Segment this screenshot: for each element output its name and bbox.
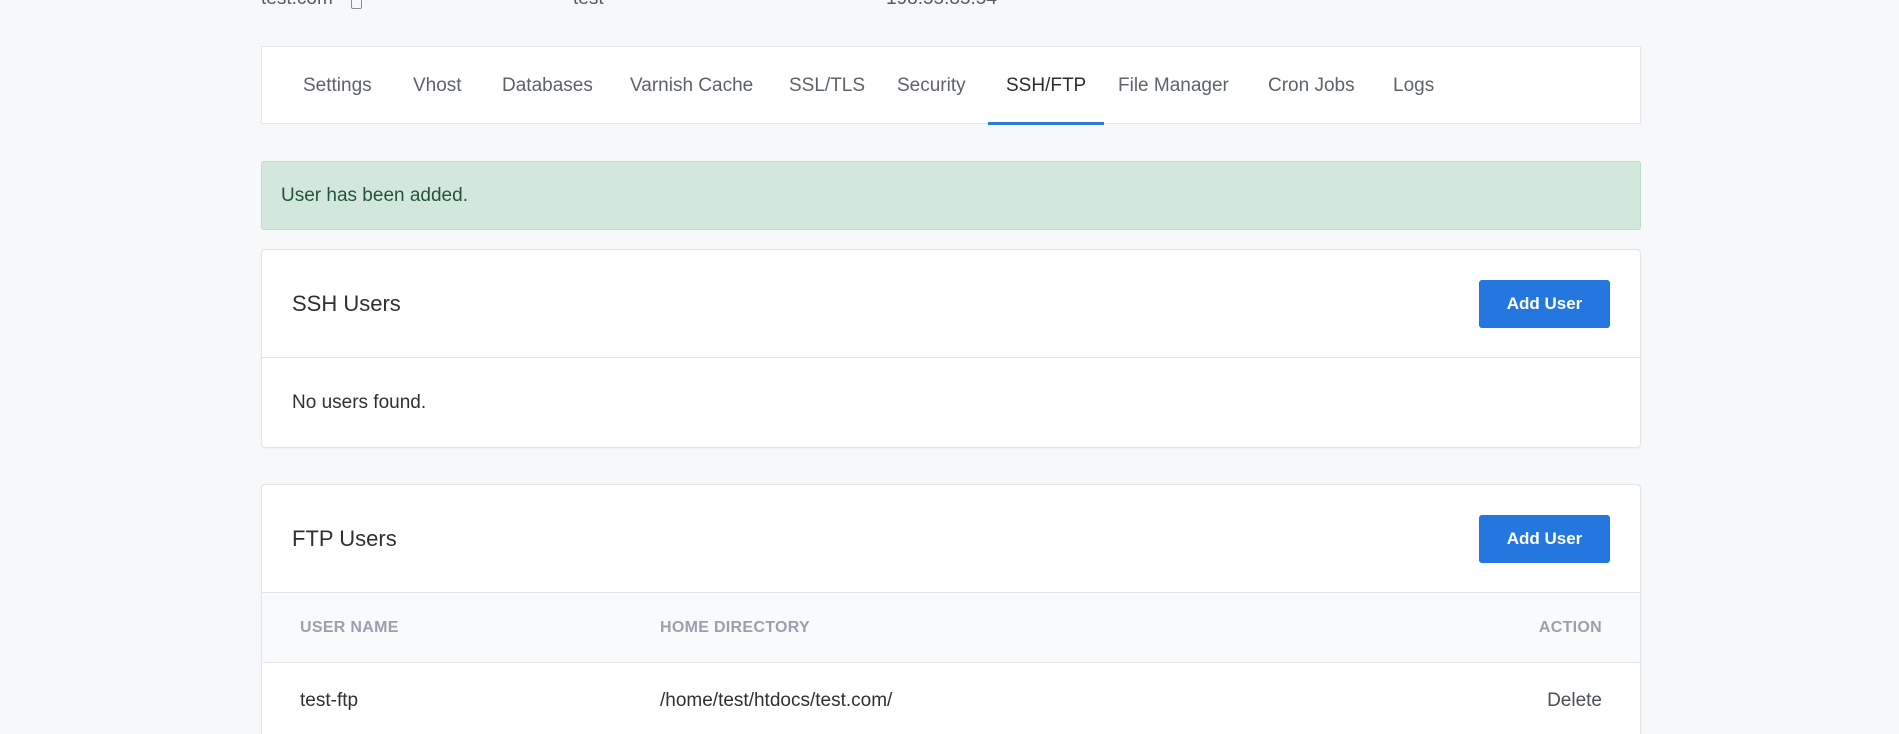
ftp-user-home-directory: /home/test/htdocs/test.com/ <box>660 690 893 711</box>
tab-databases[interactable]: Databases <box>502 47 593 124</box>
table-row: test-ftp /home/test/htdocs/test.com/ Del… <box>262 663 1640 734</box>
ftp-users-header: FTP Users Add User <box>262 485 1640 593</box>
ssh-users-title: SSH Users <box>292 291 401 316</box>
add-ssh-user-button[interactable]: Add User <box>1479 280 1610 328</box>
ssh-users-card: SSH Users Add User No users found. <box>261 249 1641 448</box>
site-tabs: Settings Vhost Databases Varnish Cache S… <box>261 46 1641 125</box>
column-header-home-directory[interactable]: HOME DIRECTORY <box>660 593 810 663</box>
ssh-users-empty-message: No users found. <box>292 392 427 413</box>
delete-user-link[interactable]: Delete <box>1547 663 1602 734</box>
ftp-users-table-header: USER NAME HOME DIRECTORY ACTION <box>262 593 1640 663</box>
site-domain: test.com <box>261 0 333 10</box>
tab-ssl-tls[interactable]: SSL/TLS <box>789 47 865 124</box>
success-alert: User has been added. <box>261 161 1641 230</box>
ssh-users-header: SSH Users Add User <box>262 250 1640 358</box>
site-user: test <box>573 0 604 10</box>
tab-vhost[interactable]: Vhost <box>413 47 462 124</box>
alert-message: User has been added. <box>281 185 468 206</box>
column-header-user-name[interactable]: USER NAME <box>300 593 399 663</box>
site-ip: 198.55.85.54 <box>886 0 997 10</box>
tab-cron-jobs[interactable]: Cron Jobs <box>1268 47 1355 124</box>
copy-icon[interactable] <box>351 0 362 9</box>
ftp-users-title: FTP Users <box>292 526 397 551</box>
add-ftp-user-button[interactable]: Add User <box>1479 515 1610 563</box>
tab-settings[interactable]: Settings <box>303 47 372 124</box>
tab-logs[interactable]: Logs <box>1393 47 1434 124</box>
tab-ssh-ftp[interactable]: SSH/FTP <box>987 47 1105 125</box>
column-header-action: ACTION <box>1538 619 1602 636</box>
ftp-users-card: FTP Users Add User USER NAME HOME DIRECT… <box>261 484 1641 734</box>
tab-file-manager[interactable]: File Manager <box>1118 47 1229 124</box>
ftp-user-name: test-ftp <box>300 690 359 711</box>
tab-security[interactable]: Security <box>897 47 966 124</box>
tab-varnish-cache[interactable]: Varnish Cache <box>630 47 753 124</box>
